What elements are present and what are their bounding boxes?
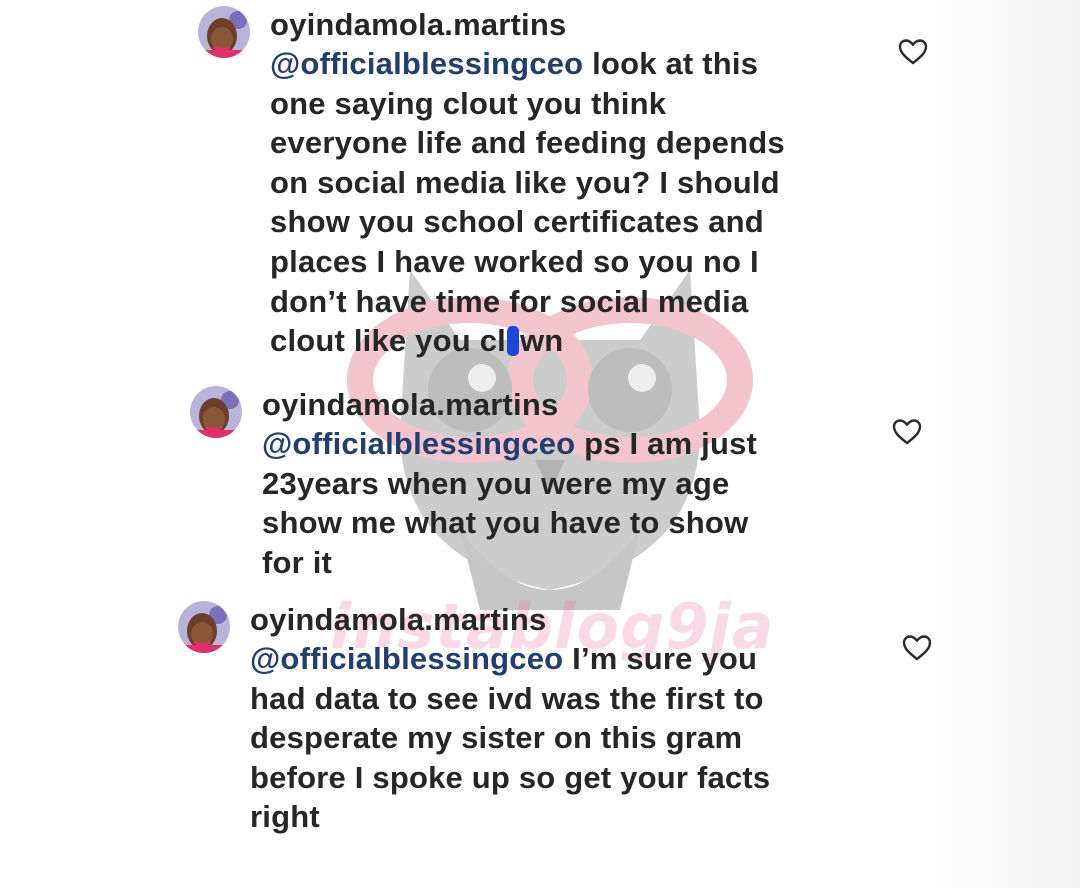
mention-link[interactable]: @officialblessingceo (250, 641, 563, 676)
comment-text: @officialblessingceo I’m sure you had da… (250, 639, 850, 837)
comment-line: wn (519, 323, 564, 359)
comment-line: places I have worked so you no I (270, 243, 759, 279)
comment-username[interactable]: oyindamola.martins (270, 6, 870, 44)
comment-line: desperate my sister on this gram (250, 720, 743, 756)
comment-line: ps I am just (575, 426, 758, 461)
comment-body: oyindamola.martins @officialblessingceo … (262, 386, 862, 582)
profile-avatar-icon (178, 601, 230, 653)
comment-body: oyindamola.martins @officialblessingceo … (250, 601, 850, 837)
comment-item: oyindamola.martins @officialblessingceo … (178, 601, 850, 837)
mention-link[interactable]: @officialblessingceo (262, 426, 575, 461)
comment-item: oyindamola.martins @officialblessingceo … (198, 6, 870, 361)
comment-line: don’t have time for social media (270, 283, 749, 319)
comment-line: one saying clout you think (270, 85, 667, 121)
comment-text: @officialblessingceo look at this one sa… (270, 44, 870, 361)
comment-line: for it (262, 544, 333, 580)
heart-outline-icon[interactable] (898, 38, 928, 66)
comment-line: had data to see ivd was the first to (250, 680, 764, 716)
profile-avatar-icon (190, 386, 242, 438)
comment-line: everyone life and feeding depends (270, 125, 785, 161)
comment-line: show you school certificates and (270, 204, 764, 240)
avatar[interactable] (190, 386, 242, 438)
avatar[interactable] (198, 6, 250, 58)
scribble-mark (506, 326, 519, 357)
comment-body: oyindamola.martins @officialblessingceo … (270, 6, 870, 361)
profile-avatar-icon (198, 6, 250, 58)
comment-line: clout like you cl (270, 323, 506, 359)
comment-item: oyindamola.martins @officialblessingceo … (190, 386, 862, 582)
comment-line: I’m sure you (563, 641, 758, 676)
comment-username[interactable]: oyindamola.martins (250, 601, 850, 639)
comment-username[interactable]: oyindamola.martins (262, 386, 862, 424)
edge-shade (920, 0, 1080, 888)
mention-link[interactable]: @officialblessingceo (270, 46, 583, 81)
avatar[interactable] (178, 601, 230, 653)
comment-text: @officialblessingceo ps I am just 23year… (262, 424, 862, 582)
comment-line: look at this (583, 46, 759, 81)
comment-line: 23years when you were my age (262, 465, 730, 501)
comment-line: show me what you have to show (262, 505, 749, 541)
comment-line: before I spoke up so get your facts (250, 759, 771, 795)
heart-outline-icon[interactable] (892, 418, 922, 446)
comment-line: right (250, 799, 320, 835)
heart-outline-icon[interactable] (902, 634, 932, 662)
comments-screenshot: instablog9ja oyindamola.martins @officia… (0, 0, 1080, 888)
comment-line: on social media like you? I should (270, 164, 780, 200)
